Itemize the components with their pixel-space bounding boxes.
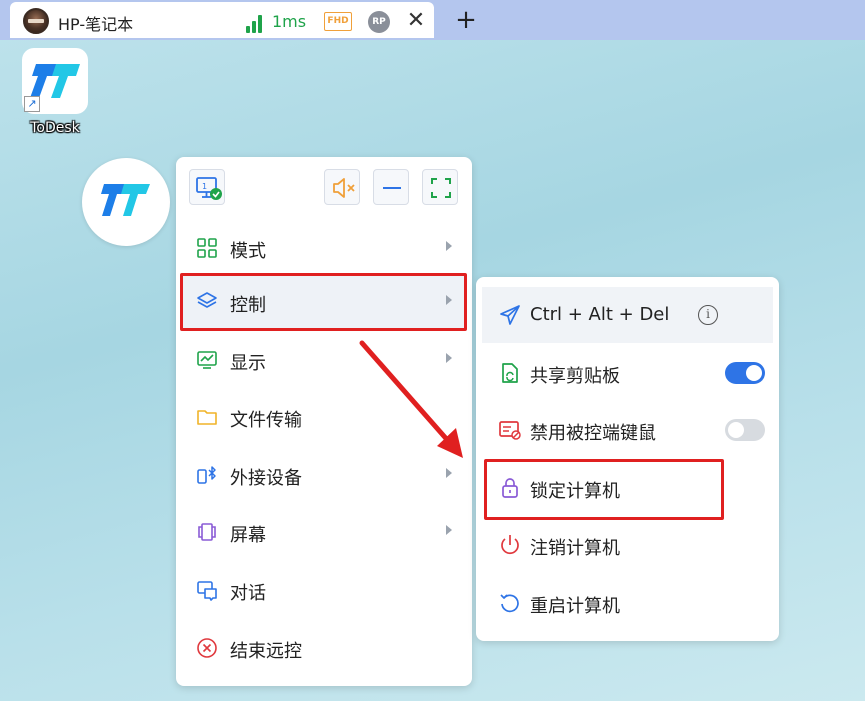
submenu-item-label: 注销计算机 [530,538,620,559]
keyboard-block-icon [499,421,521,440]
restart-icon [500,594,519,613]
monitor-chart-icon [197,351,217,369]
minimize-button[interactable] [373,169,409,205]
menu-item-label: 外接设备 [230,468,302,489]
signal-strength-icon [246,13,266,33]
device-avatar [23,8,49,34]
screens-icon [198,523,216,541]
fullscreen-icon [431,178,451,198]
menu-item-chat[interactable]: 对话 [182,561,466,617]
tab-bar: HP-笔记本 1ms FHD RP ✕ + [0,0,865,40]
menu-item-screen[interactable]: 屏幕 [182,503,466,559]
menu-item-label: 屏幕 [230,525,266,546]
submenu-item-ctrl-alt-del[interactable]: Ctrl + Alt + Del i [482,287,773,343]
menu-item-file-transfer[interactable]: 文件传输 [182,388,466,444]
submenu-item-restart-computer[interactable]: 重启计算机 [482,575,773,631]
menu-item-label: 对话 [230,583,266,604]
annotation-highlight-control [180,273,467,331]
submenu-item-label: Ctrl + Alt + Del [530,304,670,325]
remote-control-menu: 1 模式 控制 显示 文件传输 外接设备 屏幕 对话 结束远控 [176,157,472,686]
svg-text:1: 1 [202,182,207,191]
grid-icon [197,238,217,258]
annotation-highlight-lock [484,459,724,520]
power-icon [501,535,519,555]
menu-item-label: 模式 [230,241,266,262]
info-icon[interactable]: i [698,305,718,325]
menu-item-label: 结束远控 [230,641,302,662]
chevron-right-icon [446,468,452,478]
close-circle-icon [197,638,217,658]
clipboard-sync-icon [502,363,518,383]
submenu-item-disable-input[interactable]: 禁用被控端键鼠 [482,402,773,458]
menu-item-peripherals[interactable]: 外接设备 [182,446,466,502]
chat-icon [197,581,217,601]
submenu-item-share-clipboard[interactable]: 共享剪贴板 [482,345,773,401]
menu-item-end-remote[interactable]: 结束远控 [182,619,466,675]
shortcut-label: ToDesk [30,120,80,136]
disable-input-toggle[interactable] [725,419,765,441]
submenu-item-label: 共享剪贴板 [530,366,620,387]
user-badge[interactable]: RP [368,11,390,33]
submenu-item-logoff-computer[interactable]: 注销计算机 [482,517,773,573]
quality-badge[interactable]: FHD [324,12,352,31]
shortcut-arrow-icon: ↗ [24,96,40,112]
tab-title: HP-笔记本 [58,15,134,34]
fullscreen-button[interactable] [422,169,458,205]
monitor-switch-button[interactable]: 1 [189,169,225,205]
chevron-right-icon [446,525,452,535]
minimize-icon [383,187,401,189]
menu-item-display[interactable]: 显示 [182,331,466,387]
mute-button[interactable] [324,169,360,205]
menu-item-label: 文件传输 [230,410,302,431]
todesk-desktop-shortcut[interactable]: ↗ ToDesk [20,48,90,140]
monitor-check-icon: 1 [196,177,222,200]
todesk-logo-icon [101,184,150,216]
send-icon [500,305,520,325]
new-tab-button[interactable]: + [454,6,478,34]
tab-close-button[interactable]: ✕ [406,10,426,32]
menu-item-label: 显示 [230,353,266,374]
folder-icon [197,410,217,425]
submenu-item-label: 禁用被控端键鼠 [530,423,656,444]
bluetooth-device-icon [197,466,216,484]
speaker-mute-icon [333,178,355,198]
chevron-right-icon [446,353,452,363]
share-clipboard-toggle[interactable] [725,362,765,384]
session-tab[interactable]: HP-笔记本 1ms FHD RP ✕ [10,2,434,38]
submenu-item-label: 重启计算机 [530,596,620,617]
menu-item-mode[interactable]: 模式 [182,219,466,275]
todesk-float-button[interactable] [82,158,170,246]
chevron-right-icon [446,241,452,251]
latency-readout: 1ms [272,12,307,31]
